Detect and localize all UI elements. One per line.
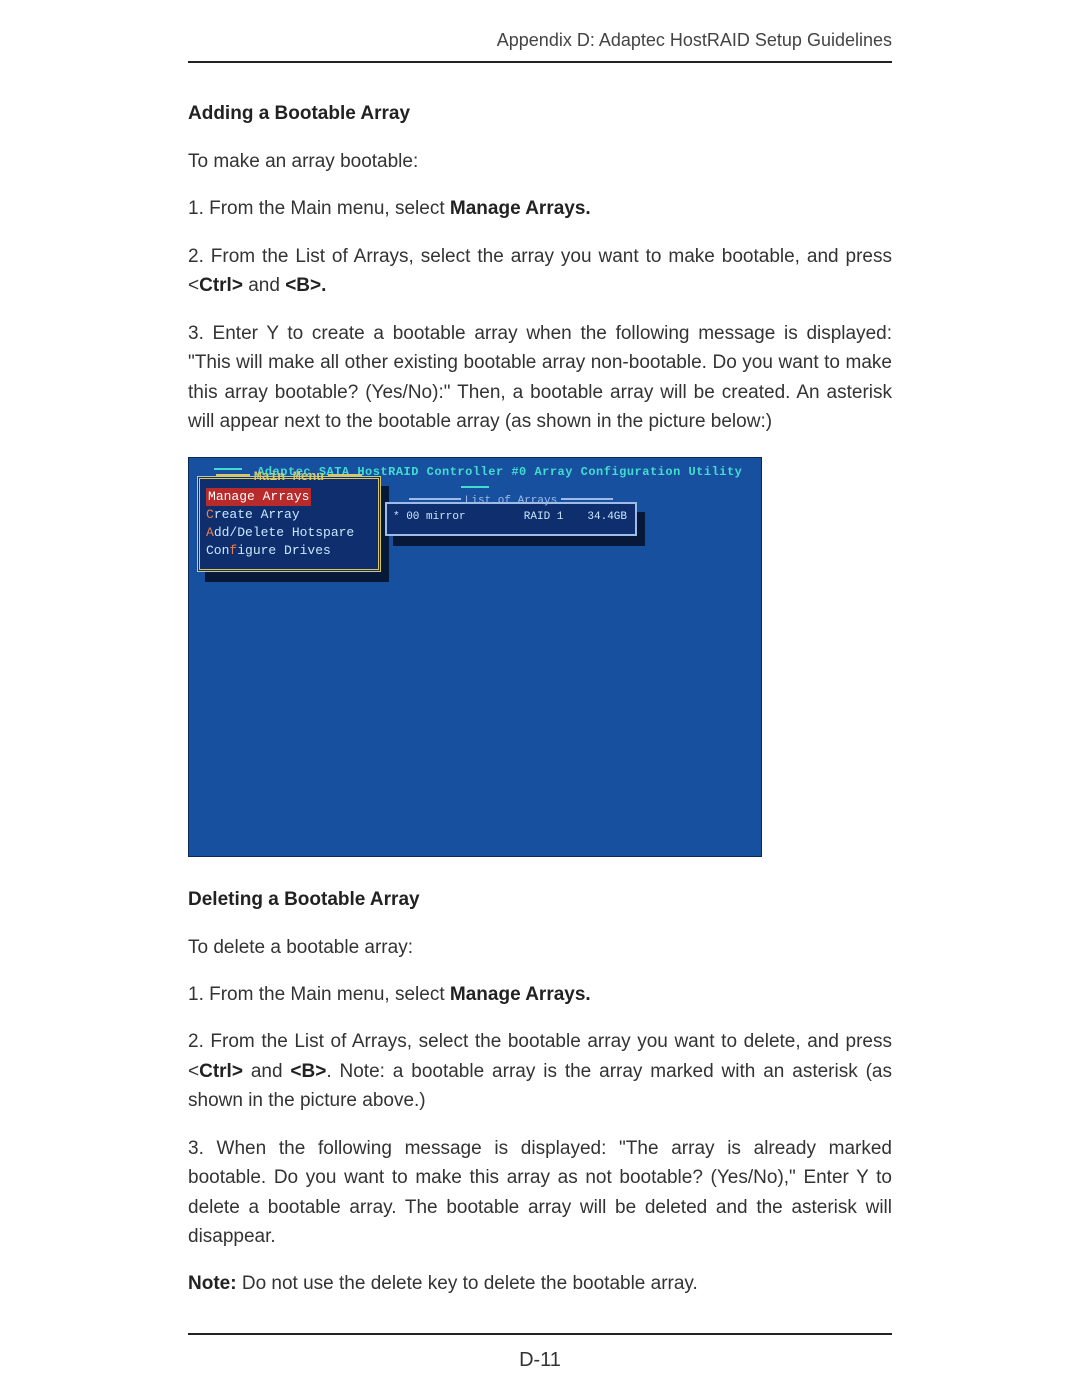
header-rule [188,61,892,63]
array-size: 34.4GB [587,511,627,523]
menu-label: anage Arrays [216,489,310,504]
s2-note-label: Note: [188,1273,237,1294]
s2-note: Note: Do not use the delete key to delet… [188,1269,892,1298]
menu-label: reate Array [214,507,300,522]
s2-step2: 2. From the List of Arrays, select the b… [188,1027,892,1115]
main-menu-caption: Main Menu [200,469,378,484]
array-type: RAID 1 [524,511,564,523]
s1-step2-b: Ctrl> [199,275,243,296]
running-head: Appendix D: Adaptec HostRAID Setup Guide… [188,30,892,61]
section-title-delete: Deleting a Bootable Array [188,889,892,911]
menu-label: dd/Delete Hotspare [214,525,354,540]
s1-step2-d: <B>. [285,275,326,296]
menu-item-create-array[interactable]: Create Array [206,506,372,524]
s1-step3: 3. Enter Y to create a bootable array wh… [188,319,892,437]
main-menu-items: Manage Arrays Create Array Add/Delete Ho… [200,479,378,564]
s1-step1: 1. From the Main menu, select Manage Arr… [188,194,892,223]
s1-intro: To make an array bootable: [188,147,892,176]
array-name: * 00 mirror [393,511,466,523]
s1-step1-b: Manage Arrays. [450,198,591,219]
s2-step1-b: Manage Arrays. [450,984,591,1005]
s1-step2: 2. From the List of Arrays, select the a… [188,242,892,301]
s2-step1: 1. From the Main menu, select Manage Arr… [188,980,892,1009]
s2-step1-a: 1. From the Main menu, select [188,984,450,1005]
main-menu-panel: Main Menu Manage Arrays Create Array Add… [197,476,381,572]
s2-step2-c: and [243,1061,290,1082]
footer-rule [188,1333,892,1335]
section-title-add: Adding a Bootable Array [188,103,892,125]
menu-item-manage-arrays[interactable]: Manage Arrays [206,487,372,506]
s2-intro: To delete a bootable array: [188,933,892,962]
s1-step1-a: 1. From the Main menu, select [188,198,450,219]
list-of-arrays-caption: List of Arrays [387,495,635,507]
menu-hotkey: M [208,489,216,504]
menu-prefix: Con [206,543,229,558]
s2-step2-d: <B> [290,1061,326,1082]
s2-step2-b: Ctrl> [199,1061,243,1082]
hostraid-utility-figure: Adaptec SATA HostRAID Controller #0 Arra… [188,457,762,857]
page-number: D-11 [188,1349,892,1372]
s2-step3: 3. When the following message is display… [188,1134,892,1252]
s1-step2-c: and [243,275,285,296]
menu-item-add-delete-hotspare[interactable]: Add/Delete Hotspare [206,524,372,542]
figure-title-line-right [461,486,489,488]
s2-note-body: Do not use the delete key to delete the … [237,1273,698,1294]
list-of-arrays-panel: List of Arrays * 00 mirror RAID 1 34.4GB [385,502,637,536]
menu-hotkey: A [206,525,214,540]
menu-item-configure-drives[interactable]: Configure Drives [206,542,372,560]
menu-hotkey: C [206,507,214,522]
menu-label: igure Drives [237,543,331,558]
